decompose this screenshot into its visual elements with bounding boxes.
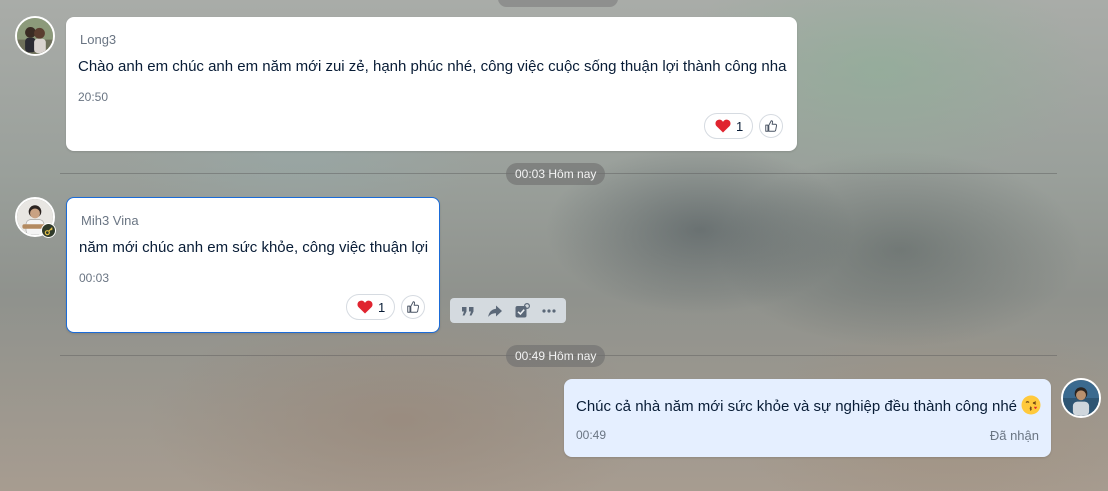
more-icon bbox=[541, 308, 556, 313]
message-text: năm mới chúc anh em sức khỏe, công việc … bbox=[79, 239, 429, 256]
message-action-bar bbox=[450, 298, 566, 323]
my-message-bubble[interactable]: Chúc cả nhà năm mới sức khỏe và sự nghiệ… bbox=[564, 379, 1051, 457]
like-button[interactable] bbox=[759, 114, 783, 138]
create-task-button[interactable] bbox=[512, 301, 532, 321]
thumbs-up-icon bbox=[407, 301, 420, 313]
kissing-face-emoji-icon bbox=[1021, 395, 1041, 415]
forward-icon bbox=[487, 305, 502, 317]
message-bubble[interactable]: Long3 Chào anh em chúc anh em năm mới zu… bbox=[66, 17, 797, 151]
message-time: 00:49 bbox=[576, 428, 607, 442]
avatar-image bbox=[17, 18, 53, 54]
avatar-long3[interactable] bbox=[15, 16, 55, 56]
message-bubble[interactable]: Mih3 Vina năm mới chúc anh em sức khỏe, … bbox=[66, 197, 440, 333]
date-divider-label: 00:03 Hôm nay bbox=[506, 163, 606, 185]
message-time: 00:03 bbox=[79, 271, 110, 285]
date-divider-label: 00:49 Hôm nay bbox=[506, 345, 606, 367]
message-text: Chào anh em chúc anh em năm mới zui zẻ, … bbox=[78, 58, 787, 75]
heart-icon bbox=[357, 300, 373, 314]
sender-name: Long3 bbox=[80, 32, 117, 47]
reaction-count: 1 bbox=[378, 299, 386, 315]
quote-button[interactable] bbox=[458, 301, 478, 321]
like-button[interactable] bbox=[401, 295, 425, 319]
reaction-badge[interactable]: 1 bbox=[704, 113, 754, 139]
reaction-badge[interactable]: 1 bbox=[346, 294, 396, 320]
thumbs-up-icon bbox=[765, 120, 778, 132]
sender-name: Mih3 Vina bbox=[81, 213, 139, 228]
heart-icon bbox=[715, 119, 731, 133]
more-button[interactable] bbox=[539, 301, 559, 321]
reaction-count: 1 bbox=[736, 118, 744, 134]
avatar-image bbox=[1063, 380, 1099, 416]
avatar-me[interactable] bbox=[1061, 378, 1101, 418]
previous-date-divider bbox=[498, 0, 618, 7]
task-icon bbox=[515, 302, 530, 317]
message-text-content: Chúc cả nhà năm mới sức khỏe và sự nghiệ… bbox=[576, 398, 1018, 415]
delivery-status: Đã nhận bbox=[989, 428, 1039, 443]
message-time: 20:50 bbox=[78, 90, 109, 104]
quote-icon bbox=[461, 306, 473, 315]
message-text: Chúc cả nhà năm mới sức khỏe và sự nghiệ… bbox=[576, 395, 1041, 415]
key-badge-icon bbox=[41, 223, 56, 238]
forward-button[interactable] bbox=[485, 301, 505, 321]
